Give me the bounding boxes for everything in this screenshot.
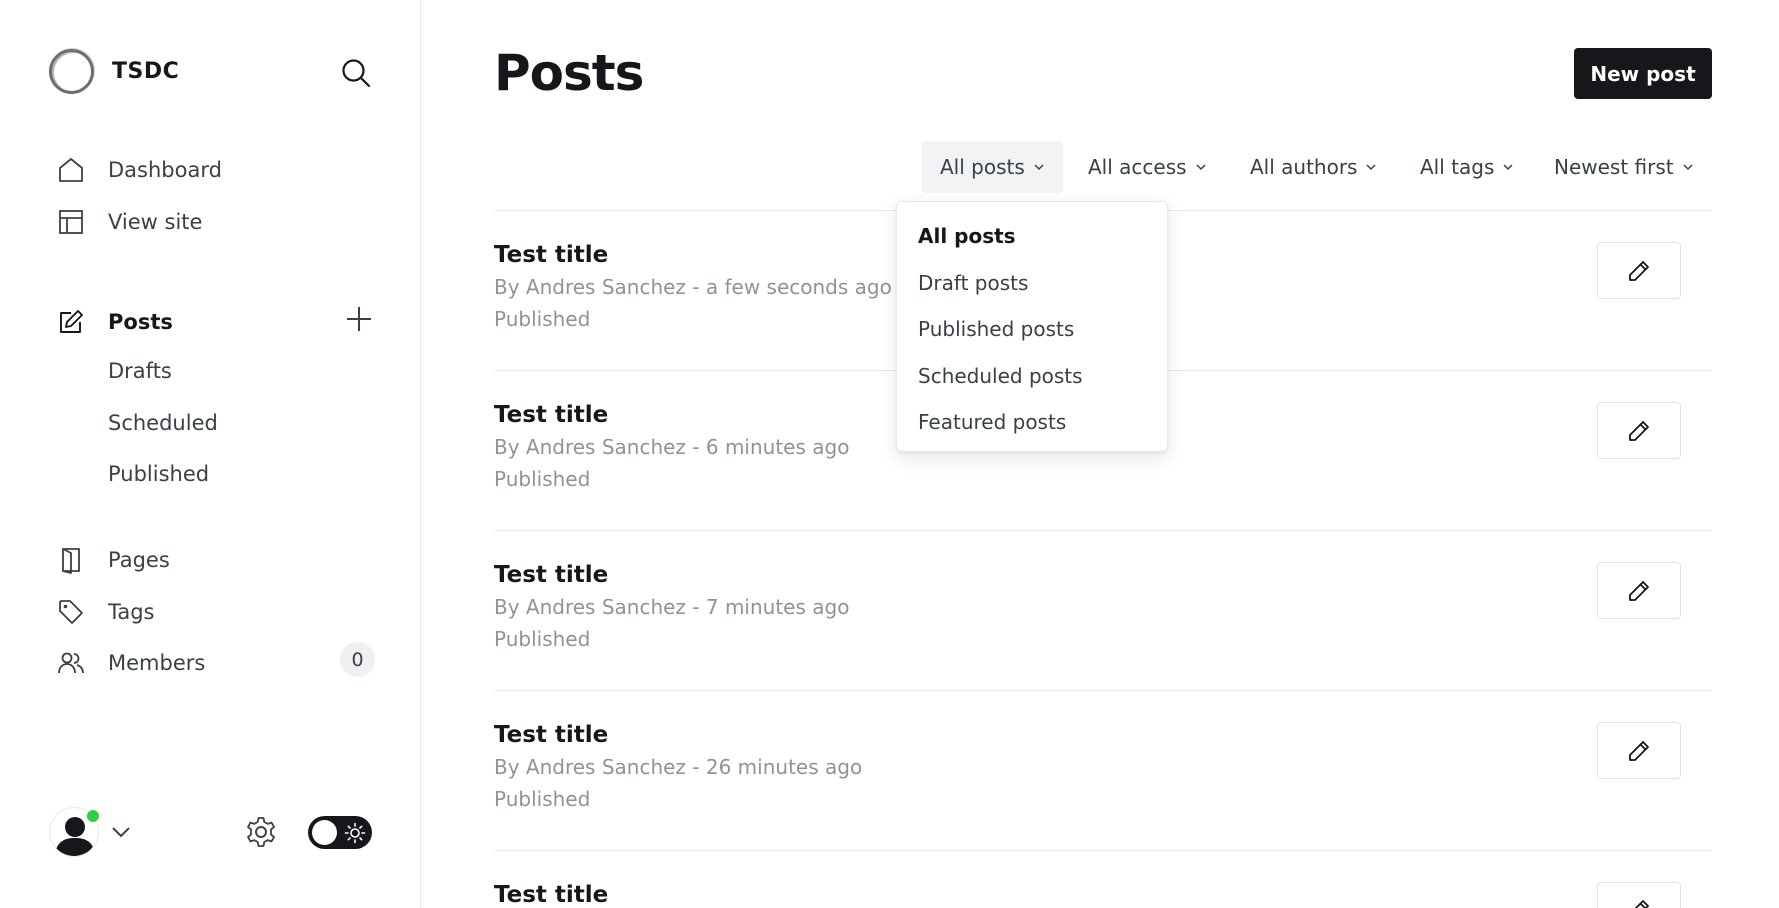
pencil-icon <box>1629 740 1649 761</box>
post-title[interactable]: Test title <box>494 722 608 748</box>
nav-pages-label: Pages <box>108 548 170 572</box>
new-post-button[interactable]: New post <box>1574 48 1712 99</box>
post-title[interactable]: Test title <box>494 882 608 908</box>
chevron-down-icon <box>1503 164 1513 171</box>
brand[interactable]: TSDC <box>49 49 179 94</box>
post-meta: By Andres Sanchez - 26 minutes ago <box>494 755 863 779</box>
tag-icon <box>56 597 86 627</box>
members-count-badge: 0 <box>340 642 375 677</box>
post-status: Published <box>494 627 591 651</box>
layout-icon <box>56 207 86 237</box>
edit-post-button[interactable] <box>1597 562 1681 619</box>
filter-access[interactable]: All access <box>1070 141 1225 193</box>
pencil-icon <box>1629 580 1649 601</box>
nav-posts-label: Posts <box>108 310 173 334</box>
row-divider <box>494 690 1712 691</box>
filter-sort-label: Newest first <box>1554 155 1674 179</box>
chevron-down-icon <box>1196 164 1206 171</box>
row-divider <box>494 530 1712 531</box>
pencil-icon <box>1629 260 1649 281</box>
page-icon <box>56 545 86 575</box>
nav-tags[interactable]: Tags <box>56 597 155 627</box>
theme-toggle[interactable] <box>308 816 372 849</box>
online-status-dot <box>85 808 101 824</box>
chevron-down-icon <box>1683 164 1693 171</box>
post-type-dropdown: All posts Draft posts Published posts Sc… <box>896 201 1168 452</box>
filter-tags-label: All tags <box>1420 155 1495 179</box>
filter-tags[interactable]: All tags <box>1402 141 1532 193</box>
pencil-icon <box>1634 900 1649 908</box>
toggle-knob <box>312 820 337 845</box>
edit-icon <box>56 307 86 337</box>
dropdown-option-draft-posts[interactable]: Draft posts <box>897 260 1167 307</box>
post-title[interactable]: Test title <box>494 562 608 588</box>
post-row[interactable]: Test title <box>494 882 1712 908</box>
sun-icon <box>344 822 366 844</box>
nav-view-site[interactable]: View site <box>56 207 202 237</box>
page-title: Posts <box>494 44 644 102</box>
post-row[interactable]: Test title By Andres Sanchez - 7 minutes… <box>494 562 1712 722</box>
chevron-down-icon <box>1034 164 1044 171</box>
filter-authors[interactable]: All authors <box>1232 141 1395 193</box>
post-meta: By Andres Sanchez - 7 minutes ago <box>494 595 850 619</box>
nav-dashboard[interactable]: Dashboard <box>56 155 222 185</box>
post-status: Published <box>494 307 591 331</box>
brand-logo <box>49 49 94 94</box>
nav-members[interactable]: Members <box>56 648 205 678</box>
dropdown-option-scheduled-posts[interactable]: Scheduled posts <box>897 353 1167 400</box>
sidebar-item-drafts[interactable]: Drafts <box>108 359 172 383</box>
dropdown-option-all-posts[interactable]: All posts <box>897 213 1167 260</box>
dropdown-option-published-posts[interactable]: Published posts <box>897 306 1167 353</box>
filter-post-type-label: All posts <box>940 155 1025 179</box>
chevron-down-icon[interactable] <box>110 824 132 840</box>
dropdown-option-featured-posts[interactable]: Featured posts <box>897 399 1167 446</box>
members-icon <box>56 648 86 678</box>
search-icon[interactable] <box>340 57 372 89</box>
post-meta: By Andres Sanchez - a few seconds ago <box>494 275 892 299</box>
home-icon <box>56 155 86 185</box>
nav-dashboard-label: Dashboard <box>108 158 222 182</box>
sidebar-item-published[interactable]: Published <box>108 462 209 486</box>
edit-post-button[interactable] <box>1597 242 1681 299</box>
filter-sort[interactable]: Newest first <box>1536 141 1712 193</box>
edit-post-button[interactable] <box>1597 882 1681 908</box>
post-status: Published <box>494 467 591 491</box>
row-divider <box>494 850 1712 851</box>
gear-icon[interactable] <box>244 815 278 849</box>
post-title[interactable]: Test title <box>494 402 608 428</box>
nav-view-site-label: View site <box>108 210 203 234</box>
sidebar-item-scheduled[interactable]: Scheduled <box>108 411 218 435</box>
nav-posts[interactable]: Posts <box>56 307 173 337</box>
filter-access-label: All access <box>1088 155 1187 179</box>
post-title[interactable]: Test title <box>494 242 608 268</box>
edit-post-button[interactable] <box>1597 402 1681 459</box>
edit-post-button[interactable] <box>1597 722 1681 779</box>
brand-name: TSDC <box>112 59 180 84</box>
post-row[interactable]: Test title By Andres Sanchez - 26 minute… <box>494 722 1712 882</box>
nav-members-label: Members <box>108 651 206 675</box>
nav-pages[interactable]: Pages <box>56 545 170 575</box>
post-status: Published <box>494 787 591 811</box>
add-post-icon[interactable] <box>344 304 374 334</box>
filter-authors-label: All authors <box>1250 155 1358 179</box>
sidebar: TSDC Dashboard View site Posts Drafts Sc… <box>0 0 421 908</box>
nav-tags-label: Tags <box>108 600 155 624</box>
pencil-icon <box>1629 420 1649 441</box>
filter-post-type[interactable]: All posts <box>922 141 1063 193</box>
chevron-down-icon <box>1366 164 1377 171</box>
post-meta: By Andres Sanchez - 6 minutes ago <box>494 435 850 459</box>
